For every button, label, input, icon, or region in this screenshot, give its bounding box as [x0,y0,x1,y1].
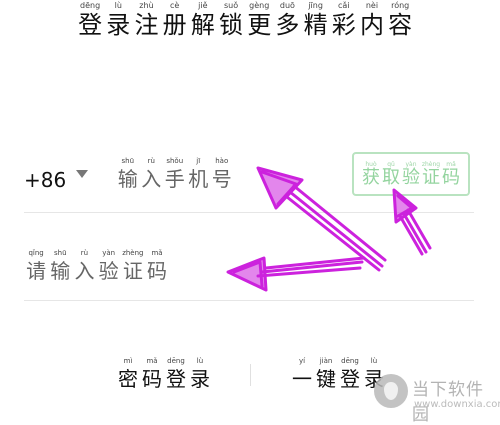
annotation-arrow-phone [285,184,387,272]
watermark-logo-icon [374,374,408,408]
watermark: 当下软件园 www.downxia.com [370,372,500,425]
annotation-arrow-code [256,256,366,278]
watermark-url: www.downxia.com [414,399,500,410]
annotation-arrows [226,166,432,292]
